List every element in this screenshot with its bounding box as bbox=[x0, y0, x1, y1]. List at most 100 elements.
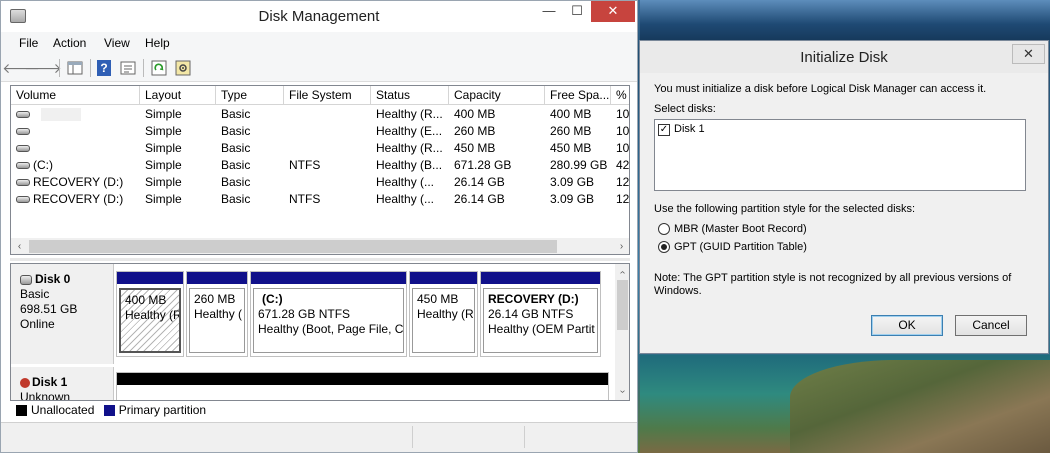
scroll-down-arrow[interactable]: › bbox=[614, 384, 629, 399]
disk-1-unallocated-space[interactable] bbox=[116, 372, 609, 400]
partition-recovery-d[interactable]: RECOVERY (D:) 26.14 GB NTFS Healthy (OEM… bbox=[480, 271, 601, 357]
console-tree-icon[interactable] bbox=[66, 59, 84, 77]
disk-1-name: Disk 1 bbox=[32, 375, 68, 389]
title-bar[interactable]: Disk Management — ☐ ✕ bbox=[1, 1, 637, 32]
horizontal-scrollbar[interactable]: ‹ › bbox=[11, 238, 629, 254]
type-cell: Basic bbox=[221, 141, 251, 155]
free-space-cell: 260 MB bbox=[550, 124, 592, 138]
layout-cell: Simple bbox=[145, 107, 182, 121]
minimize-button[interactable]: — bbox=[535, 1, 563, 22]
scroll-right-arrow[interactable]: › bbox=[613, 238, 629, 254]
volume-row[interactable]: RECOVERY (D:) Simple Basic NTFS Healthy … bbox=[11, 191, 629, 208]
dialog-intro-text: You must initialize a disk before Logica… bbox=[654, 83, 987, 95]
disk-1-item-label[interactable]: Disk 1 bbox=[674, 123, 705, 135]
column-header-volume[interactable]: Volume bbox=[11, 86, 140, 105]
scroll-up-arrow[interactable]: › bbox=[614, 265, 629, 280]
forward-arrow-icon[interactable]: 🡒 bbox=[24, 59, 62, 77]
column-header-layout[interactable]: Layout bbox=[140, 86, 216, 105]
partition-size: 671.28 GB NTFS bbox=[258, 307, 351, 321]
partition-efi-260mb[interactable]: 260 MB Healthy ( bbox=[186, 271, 248, 357]
disk-0-size: 698.51 GB bbox=[20, 302, 78, 316]
dialog-title-bar[interactable]: Initialize Disk ✕ bbox=[640, 41, 1048, 73]
capacity-cell: 671.28 GB bbox=[454, 158, 512, 172]
column-header-free-space[interactable]: Free Spa... bbox=[545, 86, 611, 105]
menu-help[interactable]: Help bbox=[145, 36, 170, 50]
disk-1-header: Disk 1 bbox=[20, 375, 113, 390]
partition-c-drive[interactable]: (C:) 671.28 GB NTFS Healthy (Boot, Page … bbox=[250, 271, 407, 357]
disk-volume-icon bbox=[16, 145, 30, 153]
partition-bar bbox=[410, 272, 477, 284]
column-header-capacity[interactable]: Capacity bbox=[449, 86, 545, 105]
partition-body: (C:) 671.28 GB NTFS Healthy (Boot, Page … bbox=[253, 288, 404, 353]
type-cell: Basic bbox=[221, 158, 251, 172]
disk-graphical-view[interactable]: Disk 0 Basic 698.51 GB Online 400 MB Hea… bbox=[10, 263, 630, 401]
volume-row[interactable]: RECOVERY (D:) Simple Basic Healthy (... … bbox=[11, 174, 629, 191]
settings-icon[interactable] bbox=[174, 59, 192, 77]
disk-management-window: Disk Management — ☐ ✕ File Action View H… bbox=[0, 0, 638, 453]
disk-1-checkbox[interactable]: ✓ bbox=[658, 124, 670, 136]
disk-1-type: Unknown bbox=[20, 390, 71, 401]
partition-status: Healthy ( bbox=[194, 307, 243, 321]
partition-style-label: Use the following partition style for th… bbox=[654, 203, 916, 215]
properties-icon[interactable] bbox=[119, 59, 137, 77]
vertical-scrollbar[interactable]: › › bbox=[614, 264, 629, 400]
partition-body: 400 MB Healthy (R bbox=[119, 288, 181, 353]
disk-volume-icon bbox=[16, 162, 30, 170]
help-icon[interactable]: ? bbox=[97, 60, 111, 76]
disk-0-info[interactable]: Disk 0 Basic 698.51 GB Online bbox=[11, 264, 114, 364]
column-header-status[interactable]: Status bbox=[371, 86, 449, 105]
menu-file[interactable]: File bbox=[19, 36, 38, 50]
partition-size: 26.14 GB NTFS bbox=[488, 307, 574, 321]
volume-list[interactable]: Volume Layout Type File System Status Ca… bbox=[10, 85, 630, 255]
scrollbar-thumb[interactable] bbox=[617, 280, 628, 330]
column-header-type[interactable]: Type bbox=[216, 86, 284, 105]
partition-status: Healthy (OEM Partit bbox=[488, 322, 595, 336]
volume-row[interactable]: Simple Basic Healthy (E... 260 MB 260 MB… bbox=[11, 123, 629, 140]
toolbar-separator bbox=[143, 59, 144, 77]
select-disks-label: Select disks: bbox=[654, 103, 716, 115]
volume-cell bbox=[11, 123, 140, 140]
scroll-left-arrow[interactable]: ‹ bbox=[11, 238, 28, 254]
gpt-radio-button[interactable] bbox=[658, 241, 670, 253]
menu-action[interactable]: Action bbox=[53, 36, 86, 50]
volume-cell bbox=[11, 106, 140, 123]
column-header-percent-free[interactable]: % F bbox=[611, 86, 629, 105]
partition-size: 260 MB bbox=[194, 292, 236, 306]
status-bar bbox=[1, 422, 637, 452]
volume-row[interactable]: Simple Basic Healthy (R... 450 MB 450 MB… bbox=[11, 140, 629, 157]
partition-title: RECOVERY (D:) bbox=[488, 292, 579, 306]
pane-splitter[interactable] bbox=[10, 258, 630, 261]
disk-volume-icon bbox=[16, 111, 30, 119]
close-button[interactable]: ✕ bbox=[591, 1, 635, 22]
status-cell: Healthy (R... bbox=[376, 141, 443, 155]
volume-row[interactable]: Simple Basic Healthy (R... 400 MB 400 MB… bbox=[11, 106, 629, 123]
disk-1-info[interactable]: Disk 1 Unknown bbox=[11, 367, 114, 401]
disk-selection-list[interactable]: ✓ Disk 1 bbox=[654, 119, 1026, 191]
disk-icon bbox=[20, 274, 32, 285]
status-cell: Healthy (... bbox=[376, 192, 435, 206]
maximize-button[interactable]: ☐ bbox=[563, 1, 591, 22]
volume-cell: (C:) bbox=[11, 157, 140, 174]
menu-view[interactable]: View bbox=[104, 36, 130, 50]
legend-unallocated-label: Unallocated bbox=[31, 403, 95, 417]
volume-name: (C:) bbox=[33, 158, 53, 172]
mbr-label[interactable]: MBR (Master Boot Record) bbox=[674, 223, 807, 235]
capacity-cell: 260 MB bbox=[454, 124, 496, 138]
dialog-title: Initialize Disk bbox=[800, 49, 888, 66]
partition-recovery-450mb[interactable]: 450 MB Healthy (R bbox=[409, 271, 478, 357]
gpt-label[interactable]: GPT (GUID Partition Table) bbox=[674, 241, 807, 253]
initialize-disk-dialog: Initialize Disk ✕ You must initialize a … bbox=[639, 40, 1049, 354]
column-header-file-system[interactable]: File System bbox=[284, 86, 371, 105]
cancel-button[interactable]: Cancel bbox=[955, 315, 1027, 336]
free-space-cell: 3.09 GB bbox=[550, 175, 595, 189]
dialog-close-button[interactable]: ✕ bbox=[1012, 44, 1045, 64]
disk-0-header: Disk 0 bbox=[20, 272, 113, 287]
refresh-icon[interactable] bbox=[150, 59, 168, 77]
mbr-radio-button[interactable] bbox=[658, 223, 670, 235]
scrollbar-thumb[interactable] bbox=[29, 240, 557, 253]
status-cell: Healthy (R... bbox=[376, 107, 443, 121]
ok-button[interactable]: OK bbox=[871, 315, 943, 336]
volume-row[interactable]: (C:) Simple Basic NTFS Healthy (B... 671… bbox=[11, 157, 629, 174]
legend: Unallocated Primary partition bbox=[10, 401, 630, 419]
partition-recovery-400mb[interactable]: 400 MB Healthy (R bbox=[116, 271, 184, 357]
